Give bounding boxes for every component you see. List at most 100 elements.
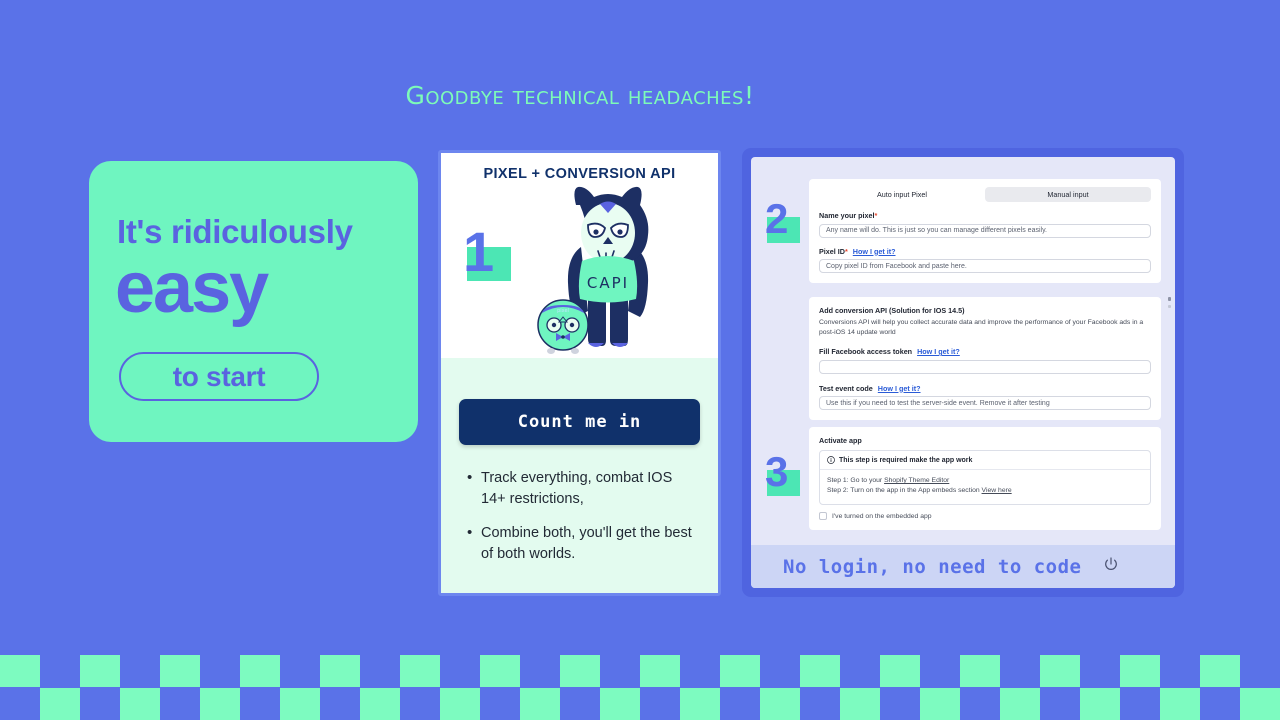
name-your-pixel-text: Name your pixel <box>819 211 875 220</box>
checker-cell <box>600 655 640 687</box>
checker-cell <box>240 688 280 720</box>
tab-auto-input-pixel[interactable]: Auto input Pixel <box>819 187 985 202</box>
checker-cell <box>400 655 440 687</box>
checker-cell <box>80 688 120 720</box>
checker-cell <box>1120 655 1160 687</box>
activate-step-one: Step 1: Go to your Shopify Theme Editor <box>827 476 1143 486</box>
promo-line-1: It's ridiculously <box>117 213 353 250</box>
checker-cell <box>320 688 360 720</box>
checker-row <box>0 688 1280 720</box>
checker-cell <box>440 688 480 720</box>
checker-cell <box>520 688 560 720</box>
checker-cell <box>960 655 1000 687</box>
cta-label: Count me in <box>517 412 642 432</box>
app-window-inner: 2 Auto input Pixel Manual input Name you… <box>751 157 1175 588</box>
checker-cell <box>240 655 280 687</box>
access-token-help-link[interactable]: How I get it? <box>917 347 960 356</box>
count-me-in-button[interactable]: Count me in <box>459 399 700 445</box>
app-scroll-area[interactable]: 2 Auto input Pixel Manual input Name you… <box>751 157 1175 588</box>
test-event-code-input[interactable]: Use this if you need to test the server-… <box>819 396 1151 410</box>
feature-card-title: PIXEL + CONVERSION API <box>483 166 676 182</box>
checker-cell <box>880 688 920 720</box>
checker-cell <box>1040 688 1080 720</box>
checker-cell <box>1160 655 1200 687</box>
checker-cell <box>160 688 200 720</box>
feature-card: PIXEL + CONVERSION API 1 CAPI pixel Coun… <box>438 150 721 596</box>
scroll-dot <box>1167 304 1171 308</box>
pixel-id-help-link[interactable]: How I get it? <box>853 247 896 256</box>
shopify-theme-editor-link[interactable]: Shopify Theme Editor <box>884 477 949 484</box>
checker-cell <box>680 655 720 687</box>
list-item: Track everything, combat IOS 14+ restric… <box>467 467 698 510</box>
tab-manual-input[interactable]: Manual input <box>985 187 1151 202</box>
checker-cell <box>920 688 960 720</box>
step-3-panel: Add conversion API (Solution for IOS 14.… <box>809 297 1161 420</box>
name-your-pixel-input[interactable]: Any name will do. This is just so you ca… <box>819 223 1151 238</box>
checker-cell <box>120 655 160 687</box>
svg-text:CAPI: CAPI <box>587 274 629 292</box>
checker-cell <box>120 688 160 720</box>
app-footer: No login, no need to code <box>751 545 1175 588</box>
test-event-code-text: Test event code <box>819 383 873 393</box>
feature-card-body: Count me in Track everything, combat IOS… <box>441 358 718 593</box>
checker-cell <box>680 688 720 720</box>
access-token-label: Fill Facebook access token How I get it? <box>819 347 1151 356</box>
checker-cell <box>520 655 560 687</box>
embedded-app-checkbox[interactable] <box>819 512 827 520</box>
required-asterisk: * <box>874 211 878 220</box>
embedded-app-checkbox-row[interactable]: I've turned on the embedded app <box>819 512 1151 520</box>
checker-cell <box>40 688 80 720</box>
feature-bullet-list: Track everything, combat IOS 14+ restric… <box>467 467 698 578</box>
tab-auto-input-pixel-label: Auto input Pixel <box>877 190 927 199</box>
footer-tagline: No login, no need to code <box>783 555 1082 578</box>
access-token-input[interactable] <box>819 359 1151 374</box>
checker-cell <box>320 655 360 687</box>
checker-cell <box>1160 688 1200 720</box>
test-event-code-label: Test event code How I get it? <box>819 384 1151 393</box>
checker-cell <box>80 655 120 687</box>
tab-manual-input-label: Manual input <box>1047 190 1089 199</box>
test-event-code-help-link[interactable]: How I get it? <box>878 384 921 393</box>
pixel-id-input[interactable]: Copy pixel ID from Facebook and paste he… <box>819 259 1151 273</box>
pixel-input-mode-tabs: Auto input Pixel Manual input <box>819 187 1151 202</box>
activate-step-two-prefix: Step 2: Turn on the app in the App embed… <box>827 487 982 494</box>
notice-header: This step is required make the app work <box>820 451 1150 470</box>
activate-app-title: Activate app <box>819 436 862 445</box>
name-your-pixel-placeholder: Any name will do. This is just so you ca… <box>826 227 1047 234</box>
pixel-id-placeholder: Copy pixel ID from Facebook and paste he… <box>826 262 967 270</box>
step-1-number: 1 <box>463 220 495 283</box>
pixel-id-label: Pixel ID* How I get it? <box>819 247 1151 256</box>
checker-cell <box>600 688 640 720</box>
checker-cell <box>560 655 600 687</box>
checker-cell <box>720 688 760 720</box>
checker-cell <box>480 655 520 687</box>
power-icon[interactable] <box>1103 556 1119 577</box>
activate-step-two: Step 2: Turn on the app in the App embed… <box>827 486 1143 496</box>
checker-cell <box>960 688 1000 720</box>
checker-cell <box>200 655 240 687</box>
checker-cell <box>760 655 800 687</box>
checker-cell <box>640 688 680 720</box>
checker-cell <box>280 655 320 687</box>
step-4-panel: Activate app This step is required make … <box>809 427 1161 530</box>
checker-cell <box>440 655 480 687</box>
checker-cell <box>200 688 240 720</box>
checker-cell <box>720 655 760 687</box>
promo-pill-label: to start <box>172 360 266 392</box>
checker-cell <box>800 655 840 687</box>
owl-mascots: CAPI pixel <box>536 185 671 363</box>
view-here-link[interactable]: View here <box>982 487 1012 494</box>
promo-pill-button[interactable]: to start <box>119 352 319 401</box>
checker-cell <box>40 655 80 687</box>
app-window: 2 Auto input Pixel Manual input Name you… <box>742 148 1184 597</box>
conversion-api-description: Conversions API will help you collect ac… <box>819 319 1144 336</box>
checker-cell <box>560 688 600 720</box>
access-token-text: Fill Facebook access token <box>819 347 913 356</box>
promo-card: It's ridiculously easy to start <box>89 161 418 442</box>
checkerboard-footer <box>0 655 1280 720</box>
checker-cell <box>160 655 200 687</box>
checker-cell <box>1000 688 1040 720</box>
checker-cell <box>840 688 880 720</box>
scroll-indicator[interactable] <box>1167 297 1171 312</box>
notice-body: Step 1: Go to your Shopify Theme Editor … <box>820 470 1150 504</box>
